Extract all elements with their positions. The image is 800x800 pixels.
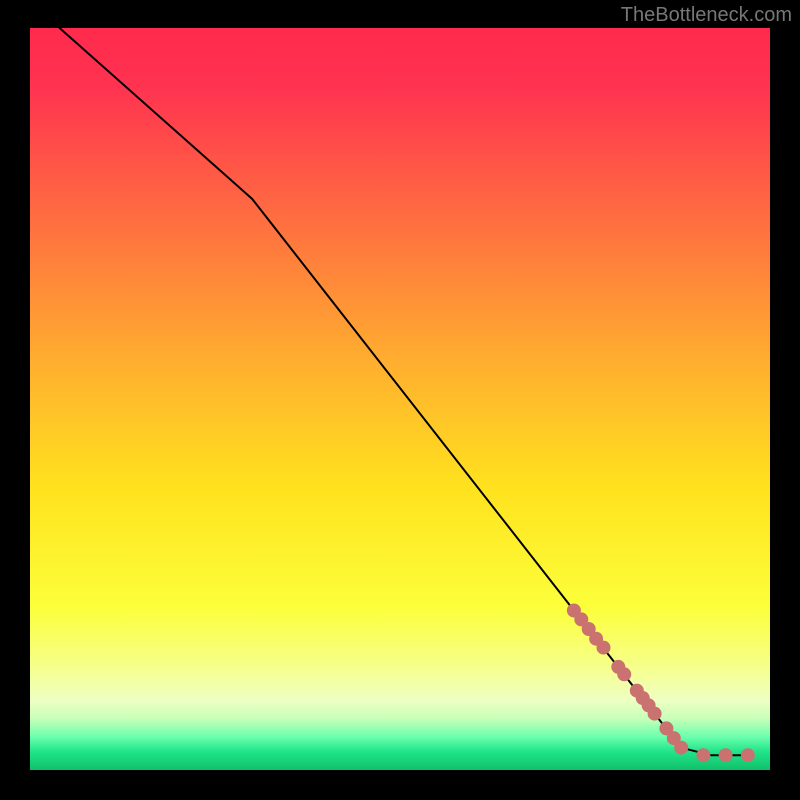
marker-dot xyxy=(741,748,755,762)
chart-stage: TheBottleneck.com xyxy=(0,0,800,800)
marker-dot xyxy=(719,748,733,762)
attribution-label: TheBottleneck.com xyxy=(621,4,792,27)
marker-dot xyxy=(617,667,631,681)
marker-dot xyxy=(696,748,710,762)
marker-dot xyxy=(597,641,611,655)
marker-dot xyxy=(674,741,688,755)
plot-background xyxy=(30,28,770,770)
bottleneck-chart xyxy=(0,0,800,800)
marker-dot xyxy=(648,707,662,721)
